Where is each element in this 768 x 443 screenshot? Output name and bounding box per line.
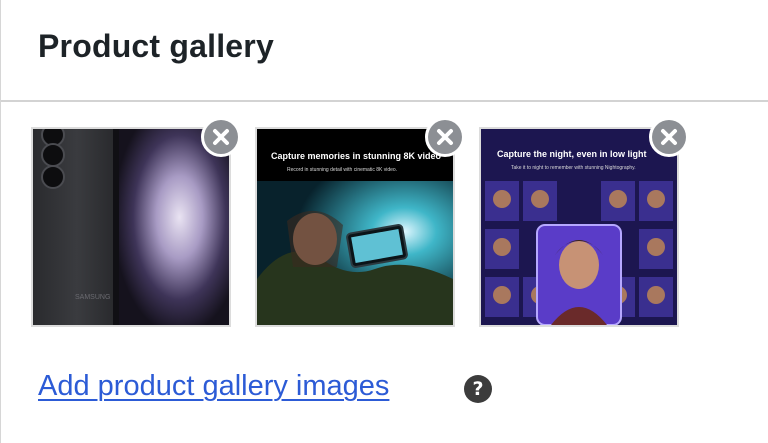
overlay-sub-3: Take it to night to remember with stunni… [511, 165, 636, 171]
product-gallery-panel: Product gallery SAMSUNG Capture memories… [0, 0, 768, 443]
overlay-title-2: Capture memories in stunning 8K video [271, 151, 442, 161]
remove-image-1-button[interactable] [201, 117, 241, 157]
phone-image: SAMSUNG [33, 129, 229, 325]
remove-image-3-button[interactable] [649, 117, 689, 157]
device-brand: SAMSUNG [75, 294, 110, 301]
concert-image: Capture memories in stunning 8K video Re… [257, 129, 453, 325]
gallery-image-3[interactable]: Capture the night, even in low light Tak… [479, 127, 679, 327]
gallery-image-1[interactable]: SAMSUNG [31, 127, 231, 327]
overlay-title-3: Capture the night, even in low light [497, 149, 647, 159]
panel-header: Product gallery [1, 0, 768, 102]
help-icon[interactable]: ? [464, 375, 492, 403]
gallery-image-2[interactable]: Capture memories in stunning 8K video Re… [255, 127, 455, 327]
night-portrait-image: Capture the night, even in low light Tak… [481, 129, 677, 325]
remove-icon [661, 129, 677, 145]
overlay-sub-2: Record in stunning detail with cinematic… [287, 167, 397, 173]
add-gallery-images-link[interactable]: Add product gallery images [38, 370, 389, 403]
remove-icon [213, 129, 229, 145]
remove-icon [437, 129, 453, 145]
remove-image-2-button[interactable] [425, 117, 465, 157]
panel-title: Product gallery [38, 28, 274, 64]
